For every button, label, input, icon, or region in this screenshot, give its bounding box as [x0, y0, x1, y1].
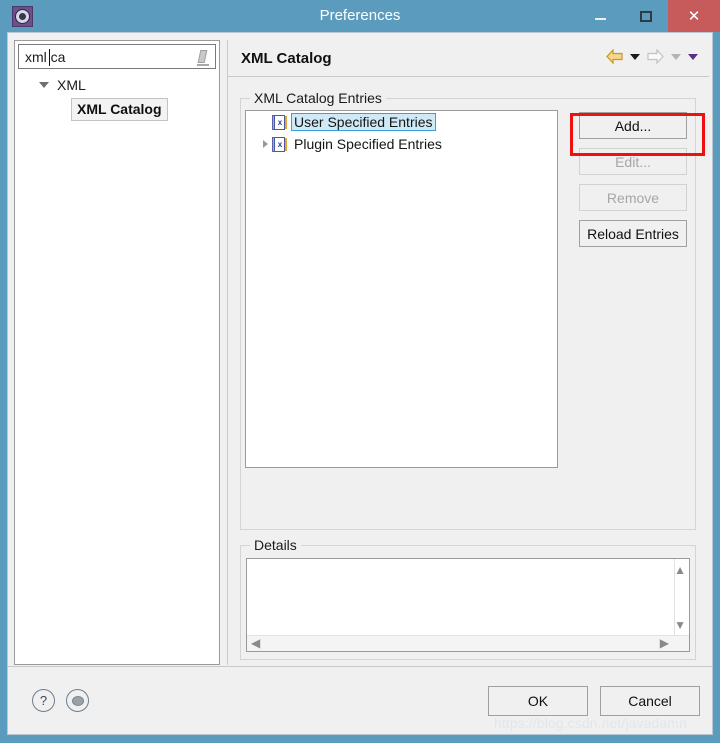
back-arrow-icon[interactable]	[606, 49, 623, 64]
title-bar: Preferences ✕	[0, 0, 720, 32]
search-input-value: xml ca	[25, 49, 66, 65]
page-nav-toolbar	[606, 49, 698, 64]
details-content[interactable]: ▲ ▼ ◀ ▶	[246, 558, 690, 652]
page-header: XML Catalog	[228, 40, 709, 77]
dialog-body: xml ca XML XML Catalog XML Catalog XML C…	[7, 32, 713, 735]
cancel-button[interactable]: Cancel	[600, 686, 700, 716]
preferences-page: XML Catalog XML Catalog Entries x User S…	[227, 40, 709, 665]
ok-button[interactable]: OK	[488, 686, 588, 716]
search-input[interactable]: xml ca	[18, 44, 216, 69]
chevron-right-icon[interactable]	[258, 133, 272, 155]
preferences-window: Preferences ✕ xml ca XML XML Catalog XML…	[0, 0, 720, 743]
remove-button: Remove	[579, 184, 687, 211]
vertical-scrollbar[interactable]: ▲ ▼	[674, 559, 689, 637]
restore-defaults-icon[interactable]	[66, 689, 89, 712]
chevron-down-icon[interactable]: ▼	[674, 619, 686, 631]
details-group: Details ▲ ▼ ◀ ▶	[240, 537, 696, 660]
chevron-left-icon[interactable]: ◀	[251, 637, 260, 649]
xml-catalog-entries-group: XML Catalog Entries x User Specified Ent…	[240, 90, 696, 530]
dialog-footer: ? OK Cancel https://blog.csdn.net/javada…	[8, 666, 712, 734]
edit-button: Edit...	[579, 148, 687, 175]
chevron-down-icon[interactable]	[39, 82, 49, 88]
close-button[interactable]: ✕	[668, 0, 720, 32]
help-icon[interactable]: ?	[32, 689, 55, 712]
forward-arrow-icon	[647, 49, 664, 64]
sidebar-item-label: XML Catalog	[71, 97, 168, 121]
maximize-icon	[640, 10, 652, 22]
xml-catalog-icon: x	[272, 114, 287, 130]
back-menu-chevron-down-icon[interactable]	[630, 53, 640, 60]
maximize-button[interactable]	[626, 0, 666, 32]
expander-placeholder	[258, 111, 272, 133]
horizontal-scrollbar[interactable]: ◀ ▶	[247, 635, 689, 651]
list-item[interactable]: x Plugin Specified Entries	[246, 133, 557, 155]
chevron-right-icon[interactable]: ▶	[660, 637, 669, 649]
watermark: https://blog.csdn.net/javadamn	[494, 715, 687, 731]
add-button[interactable]: Add...	[579, 112, 687, 139]
sidebar-item-xml[interactable]: XML	[15, 73, 219, 97]
group-label: XML Catalog Entries	[250, 90, 386, 106]
group-label: Details	[250, 537, 301, 553]
sidebar-item-label: XML	[57, 77, 86, 93]
minimize-icon	[594, 18, 606, 20]
chevron-up-icon[interactable]: ▲	[674, 564, 686, 576]
list-item[interactable]: x User Specified Entries	[246, 111, 557, 133]
preferences-sidebar: xml ca XML XML Catalog	[14, 40, 220, 665]
xml-catalog-entries-list[interactable]: x User Specified Entries x Plugin Specif…	[245, 110, 558, 468]
list-item-label: Plugin Specified Entries	[294, 136, 442, 152]
text-caret	[49, 49, 50, 66]
page-title: XML Catalog	[241, 50, 332, 67]
sidebar-item-xml-catalog[interactable]: XML Catalog	[15, 97, 219, 121]
reload-entries-button[interactable]: Reload Entries	[579, 220, 687, 247]
preferences-tree: XML XML Catalog	[15, 73, 219, 121]
list-item-label: User Specified Entries	[291, 113, 436, 131]
view-menu-chevron-down-icon[interactable]	[688, 53, 698, 60]
clear-filter-icon[interactable]	[197, 50, 209, 66]
xml-catalog-icon: x	[272, 136, 287, 152]
minimize-button[interactable]	[580, 0, 620, 32]
forward-menu-chevron-down-icon	[671, 53, 681, 60]
